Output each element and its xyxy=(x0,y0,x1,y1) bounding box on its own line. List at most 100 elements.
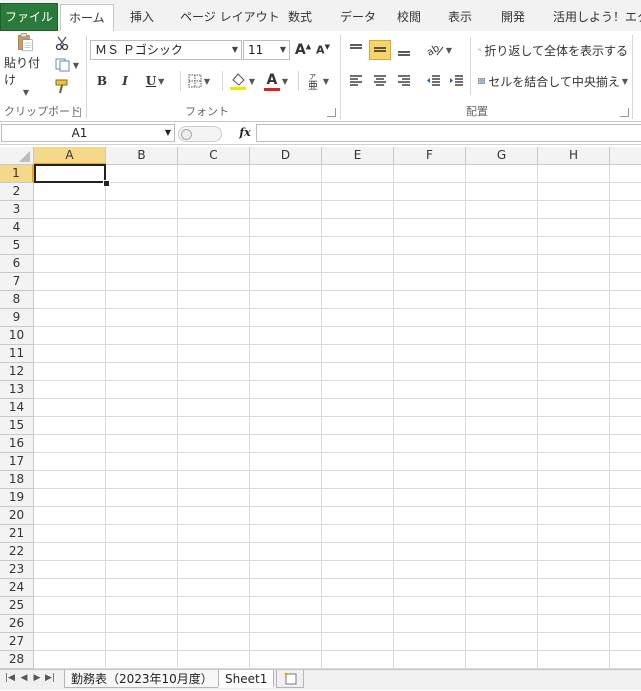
copy-button[interactable]: ▼ xyxy=(52,56,82,74)
tab-developer[interactable]: 開発 xyxy=(493,4,533,30)
shrink-font-button[interactable]: A▼ xyxy=(314,40,332,60)
underline-dropdown-icon: ▼ xyxy=(158,76,165,86)
row-header-26[interactable]: 26 xyxy=(0,615,34,633)
decrease-indent-icon xyxy=(427,75,440,86)
row-header-27[interactable]: 27 xyxy=(0,633,34,651)
row-header-1[interactable]: 1 xyxy=(0,165,34,183)
name-box[interactable]: A1 ▼ xyxy=(1,124,175,142)
tab-formulas[interactable]: 数式 xyxy=(280,4,320,30)
tab-home[interactable]: ホーム xyxy=(60,4,114,33)
font-color-icon: A xyxy=(263,72,280,91)
cut-button[interactable] xyxy=(52,34,72,52)
fill-color-button[interactable]: ▼ xyxy=(226,69,258,93)
row-header-11[interactable]: 11 xyxy=(0,345,34,363)
fill-handle[interactable] xyxy=(103,180,110,187)
column-header-f[interactable]: F xyxy=(394,147,466,165)
insert-function-button[interactable]: fx xyxy=(236,124,254,142)
tab-view[interactable]: 表示 xyxy=(440,4,480,30)
format-painter-button[interactable] xyxy=(52,78,72,96)
bold-button[interactable]: B xyxy=(93,71,111,91)
row-header-15[interactable]: 15 xyxy=(0,417,34,435)
column-header-g[interactable]: G xyxy=(466,147,538,165)
next-sheet-icon[interactable]: ▶ xyxy=(31,673,43,683)
column-header-d[interactable]: D xyxy=(250,147,322,165)
align-right-button[interactable] xyxy=(394,71,414,91)
row-header-3[interactable]: 3 xyxy=(0,201,34,219)
column-header-a[interactable]: A xyxy=(34,147,106,165)
align-top-icon xyxy=(350,44,362,49)
increase-indent-button[interactable] xyxy=(447,71,467,91)
font-color-button[interactable]: A ▼ xyxy=(260,69,292,93)
tab-file[interactable]: ファイル xyxy=(0,3,58,31)
tab-review[interactable]: 校閲 xyxy=(389,4,429,30)
row-header-6[interactable]: 6 xyxy=(0,255,34,273)
align-left-button[interactable] xyxy=(346,71,366,91)
font-size-select[interactable]: 11 ▼ xyxy=(243,40,290,60)
row-header-23[interactable]: 23 xyxy=(0,561,34,579)
cell-grid[interactable] xyxy=(34,165,641,669)
row-header-4[interactable]: 4 xyxy=(0,219,34,237)
insert-sheet-button[interactable] xyxy=(276,670,304,688)
phonetic-button[interactable]: ア 亜 ▼ xyxy=(303,69,333,93)
tab-insert[interactable]: 挿入 xyxy=(122,4,162,30)
column-header-partial[interactable] xyxy=(610,147,641,165)
font-name-select[interactable]: ＭＳ Ｐゴシック ▼ xyxy=(90,40,242,60)
row-header-19[interactable]: 19 xyxy=(0,489,34,507)
row-header-28[interactable]: 28 xyxy=(0,651,34,669)
formula-bar-resize-handle[interactable] xyxy=(178,126,222,142)
clipboard-launcher-icon[interactable] xyxy=(72,108,81,117)
borders-button[interactable]: ▼ xyxy=(184,71,214,91)
alignment-launcher-icon[interactable] xyxy=(620,108,629,117)
alignment-divider xyxy=(470,37,471,95)
decrease-indent-button[interactable] xyxy=(424,71,444,91)
sheet-tab-sheet1[interactable]: Sheet1 xyxy=(218,670,275,688)
tab-addin[interactable]: 活用しよう！エクセ xyxy=(545,4,641,30)
prev-sheet-icon[interactable]: ◀ xyxy=(18,673,30,683)
align-bottom-button[interactable] xyxy=(394,40,414,60)
align-middle-button[interactable] xyxy=(369,40,391,60)
row-header-18[interactable]: 18 xyxy=(0,471,34,489)
underline-button[interactable]: U ▼ xyxy=(139,71,171,91)
wrap-text-label: 折り返して全体を表示する xyxy=(484,43,628,58)
wrap-text-button[interactable]: 折り返して全体を表示する xyxy=(478,40,628,60)
paste-button[interactable]: 貼り付け ▼ xyxy=(4,33,46,97)
row-header-12[interactable]: 12 xyxy=(0,363,34,381)
tab-page-layout[interactable]: ページ レイアウト xyxy=(172,4,288,30)
align-top-button[interactable] xyxy=(346,40,366,60)
group-divider xyxy=(86,35,87,119)
column-header-e[interactable]: E xyxy=(322,147,394,165)
last-sheet-icon[interactable]: ▶| xyxy=(44,673,56,683)
row-header-22[interactable]: 22 xyxy=(0,543,34,561)
row-header-17[interactable]: 17 xyxy=(0,453,34,471)
row-header-2[interactable]: 2 xyxy=(0,183,34,201)
row-header-7[interactable]: 7 xyxy=(0,273,34,291)
row-header-20[interactable]: 20 xyxy=(0,507,34,525)
row-header-24[interactable]: 24 xyxy=(0,579,34,597)
merge-center-icon xyxy=(478,78,485,84)
column-header-b[interactable]: B xyxy=(106,147,178,165)
sheet-tab-timesheet[interactable]: 勤務表（2023年10月度） xyxy=(64,670,220,688)
align-center-button[interactable] xyxy=(370,71,390,91)
row-header-13[interactable]: 13 xyxy=(0,381,34,399)
font-launcher-icon[interactable] xyxy=(327,108,336,117)
row-header-16[interactable]: 16 xyxy=(0,435,34,453)
select-all-corner[interactable] xyxy=(0,147,34,165)
first-sheet-icon[interactable]: |◀ xyxy=(4,673,16,683)
scissors-icon xyxy=(55,36,69,50)
grow-font-button[interactable]: A▲ xyxy=(294,40,312,60)
italic-button[interactable]: I xyxy=(116,71,134,91)
row-header-25[interactable]: 25 xyxy=(0,597,34,615)
tab-data[interactable]: データ xyxy=(332,4,384,30)
row-header-8[interactable]: 8 xyxy=(0,291,34,309)
row-header-21[interactable]: 21 xyxy=(0,525,34,543)
merge-center-button[interactable]: セルを結合して中央揃え ▼ xyxy=(478,71,628,91)
column-header-c[interactable]: C xyxy=(178,147,250,165)
row-header-14[interactable]: 14 xyxy=(0,399,34,417)
column-header-h[interactable]: H xyxy=(538,147,610,165)
row-header-9[interactable]: 9 xyxy=(0,309,34,327)
row-header-10[interactable]: 10 xyxy=(0,327,34,345)
row-header-5[interactable]: 5 xyxy=(0,237,34,255)
active-cell-a1[interactable] xyxy=(34,164,106,183)
orientation-button[interactable]: ab ▼ xyxy=(424,40,454,60)
formula-input[interactable] xyxy=(256,124,641,142)
